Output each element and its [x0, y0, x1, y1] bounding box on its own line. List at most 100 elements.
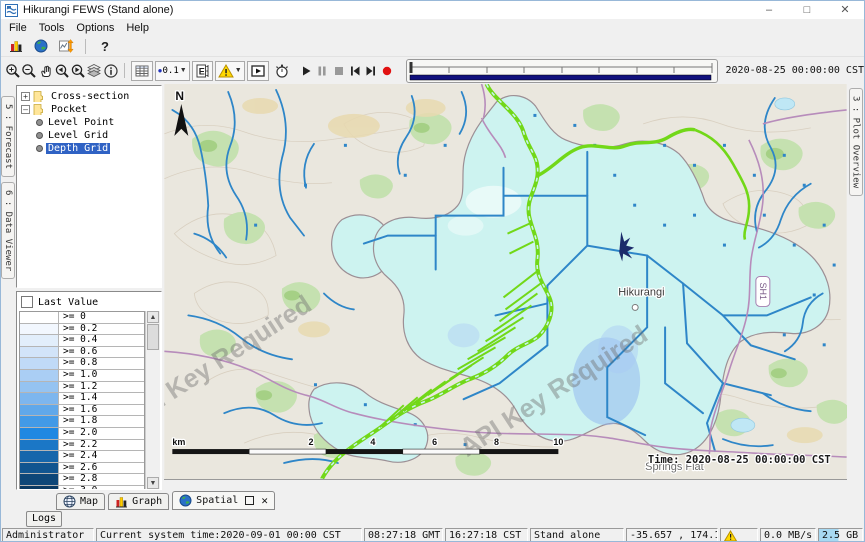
- time-slider-track: [407, 61, 717, 81]
- minimize-button[interactable]: –: [750, 2, 788, 19]
- menu-options[interactable]: Options: [72, 21, 122, 35]
- warning-thresholds-dropdown[interactable]: ▼: [215, 61, 245, 81]
- map-canvas[interactable]: API Key Required API Key Required N Hiku…: [164, 84, 847, 480]
- scroll-down-icon[interactable]: ▼: [147, 477, 159, 489]
- menu-tools[interactable]: Tools: [35, 21, 73, 35]
- legend-row-label: >= 1.4: [59, 393, 97, 404]
- maximize-button[interactable]: □: [788, 2, 826, 19]
- tab-graph[interactable]: Graph: [108, 493, 169, 510]
- toolbar-separator: [124, 63, 125, 78]
- last-value-option[interactable]: Last Value: [17, 292, 161, 312]
- grid-display-button[interactable]: [131, 61, 153, 81]
- import-export-icon: [58, 38, 74, 54]
- legend-row-label: >= 1.0: [59, 370, 97, 381]
- tab-close-icon[interactable]: ✕: [261, 496, 268, 506]
- legend-color-swatch: [20, 474, 59, 485]
- time-slider[interactable]: [406, 59, 718, 83]
- animation-movie-button[interactable]: [247, 61, 269, 81]
- legend-row-label: >= 2.4: [59, 451, 97, 462]
- explorer-button[interactable]: [5, 37, 27, 55]
- legend-scrollbar[interactable]: ▲ ▼: [145, 311, 160, 489]
- time-settings-button[interactable]: [274, 61, 290, 81]
- zoom-out-button[interactable]: [21, 61, 37, 81]
- layers-button[interactable]: [86, 61, 102, 81]
- elevation-scale-button[interactable]: E: [192, 61, 213, 81]
- decimal-precision-dropdown[interactable]: ●0.1▼: [155, 61, 190, 81]
- legend-color-swatch: [20, 382, 59, 393]
- map-display-button[interactable]: [30, 37, 52, 55]
- menu-bar: File Tools Options Help: [1, 19, 864, 36]
- tab-data-viewer[interactable]: 6 : Data Viewer: [1, 182, 15, 279]
- tree-item-label: Depth Grid: [46, 143, 110, 154]
- scroll-up-icon[interactable]: ▲: [147, 311, 159, 323]
- svg-text:6: 6: [432, 437, 437, 447]
- decimal-value: 0.1: [163, 66, 179, 76]
- tree-item-label: Pocket: [49, 104, 89, 115]
- record-icon: [379, 63, 395, 79]
- status-coordinates: -35.657 , 174.199: [626, 528, 718, 542]
- app-window: Hikurangi FEWS (Stand alone) – □ ✕ File …: [0, 0, 865, 542]
- legend-table: >= 0 >= 0.2 >= 0.4 >= 0.6 >= 0.8 >= 1.0 …: [19, 311, 145, 489]
- zoom-previous-icon: [54, 63, 70, 79]
- logs-tab[interactable]: Logs: [26, 511, 62, 527]
- previous-frame-button[interactable]: [347, 61, 363, 81]
- status-local-time: 16:27:18 CST: [445, 528, 528, 542]
- current-frame-time: 2020-08-25 00:00:00 CST: [726, 65, 864, 76]
- tab-forecast[interactable]: 5 : Forecast: [1, 96, 15, 177]
- legend-color-swatch: [20, 358, 59, 369]
- logs-row: Logs: [1, 510, 864, 527]
- tab-restore-icon[interactable]: [245, 496, 254, 505]
- world-map-icon: [33, 38, 49, 54]
- map-toolbar: ●0.1▼ E ▼ 2020-08-25 00:00:00 CST: [1, 56, 864, 84]
- tab-plot-overview[interactable]: 3 : Plot Overview: [849, 88, 863, 196]
- road-shield: SH1: [756, 277, 770, 307]
- play-button[interactable]: [298, 61, 314, 81]
- scroll-thumb[interactable]: [147, 324, 159, 350]
- help-button[interactable]: ?: [94, 37, 116, 55]
- pan-button[interactable]: [38, 61, 54, 81]
- next-frame-button[interactable]: [363, 61, 379, 81]
- svg-text:SH1: SH1: [758, 282, 768, 299]
- import-export-button[interactable]: [55, 37, 77, 55]
- tab-graph-label: Graph: [132, 496, 162, 507]
- zoom-previous-button[interactable]: [54, 61, 70, 81]
- tab-spatial[interactable]: Spatial ✕: [172, 491, 275, 510]
- tree-item-pocket[interactable]: – Pocket: [17, 103, 161, 116]
- pause-icon: [314, 63, 330, 79]
- tree-item-level-grid[interactable]: Level Grid: [17, 129, 161, 142]
- legend-row: >= 3.0: [20, 486, 144, 489]
- tree-item-label: Level Grid: [46, 130, 110, 141]
- legend-row-label: >= 1.6: [59, 405, 97, 416]
- zoom-next-button[interactable]: [70, 61, 86, 81]
- legend-color-swatch: [20, 335, 59, 346]
- previous-frame-icon: [347, 63, 363, 79]
- layers-icon: [86, 63, 102, 79]
- left-dock-tabstrip: 5 : Forecast 6 : Data Viewer: [1, 84, 15, 490]
- stopwatch-icon: [274, 63, 290, 79]
- tab-map[interactable]: Map: [56, 493, 105, 510]
- tree-item-cross-section[interactable]: + Cross-section: [17, 90, 161, 103]
- collapse-icon[interactable]: –: [21, 105, 30, 114]
- menu-file[interactable]: File: [5, 21, 35, 35]
- last-value-checkbox[interactable]: [21, 296, 33, 308]
- status-user: Administrator: [2, 528, 94, 542]
- info-button[interactable]: [103, 61, 119, 81]
- expand-icon[interactable]: +: [21, 92, 30, 101]
- legend-row: >= 0: [20, 312, 144, 324]
- legend-row-label: >= 0.2: [59, 324, 97, 335]
- status-system-time: Current system time:2020-09-01 00:00 CST: [96, 528, 362, 542]
- elevation-scale-icon: E: [195, 63, 210, 79]
- last-value-label: Last Value: [38, 297, 98, 308]
- pause-button[interactable]: [314, 61, 330, 81]
- menu-help[interactable]: Help: [122, 21, 157, 35]
- folder-icon: [33, 104, 46, 115]
- record-button[interactable]: [379, 61, 395, 81]
- tree-item-depth-grid[interactable]: Depth Grid: [17, 142, 161, 155]
- explorer-bars-icon: [8, 38, 24, 54]
- stop-button[interactable]: [330, 61, 346, 81]
- legend-row-label: >= 0.8: [59, 358, 97, 369]
- status-warning-cell[interactable]: [720, 528, 758, 542]
- tree-item-level-point[interactable]: Level Point: [17, 116, 161, 129]
- zoom-in-button[interactable]: [5, 61, 21, 81]
- close-button[interactable]: ✕: [826, 2, 864, 19]
